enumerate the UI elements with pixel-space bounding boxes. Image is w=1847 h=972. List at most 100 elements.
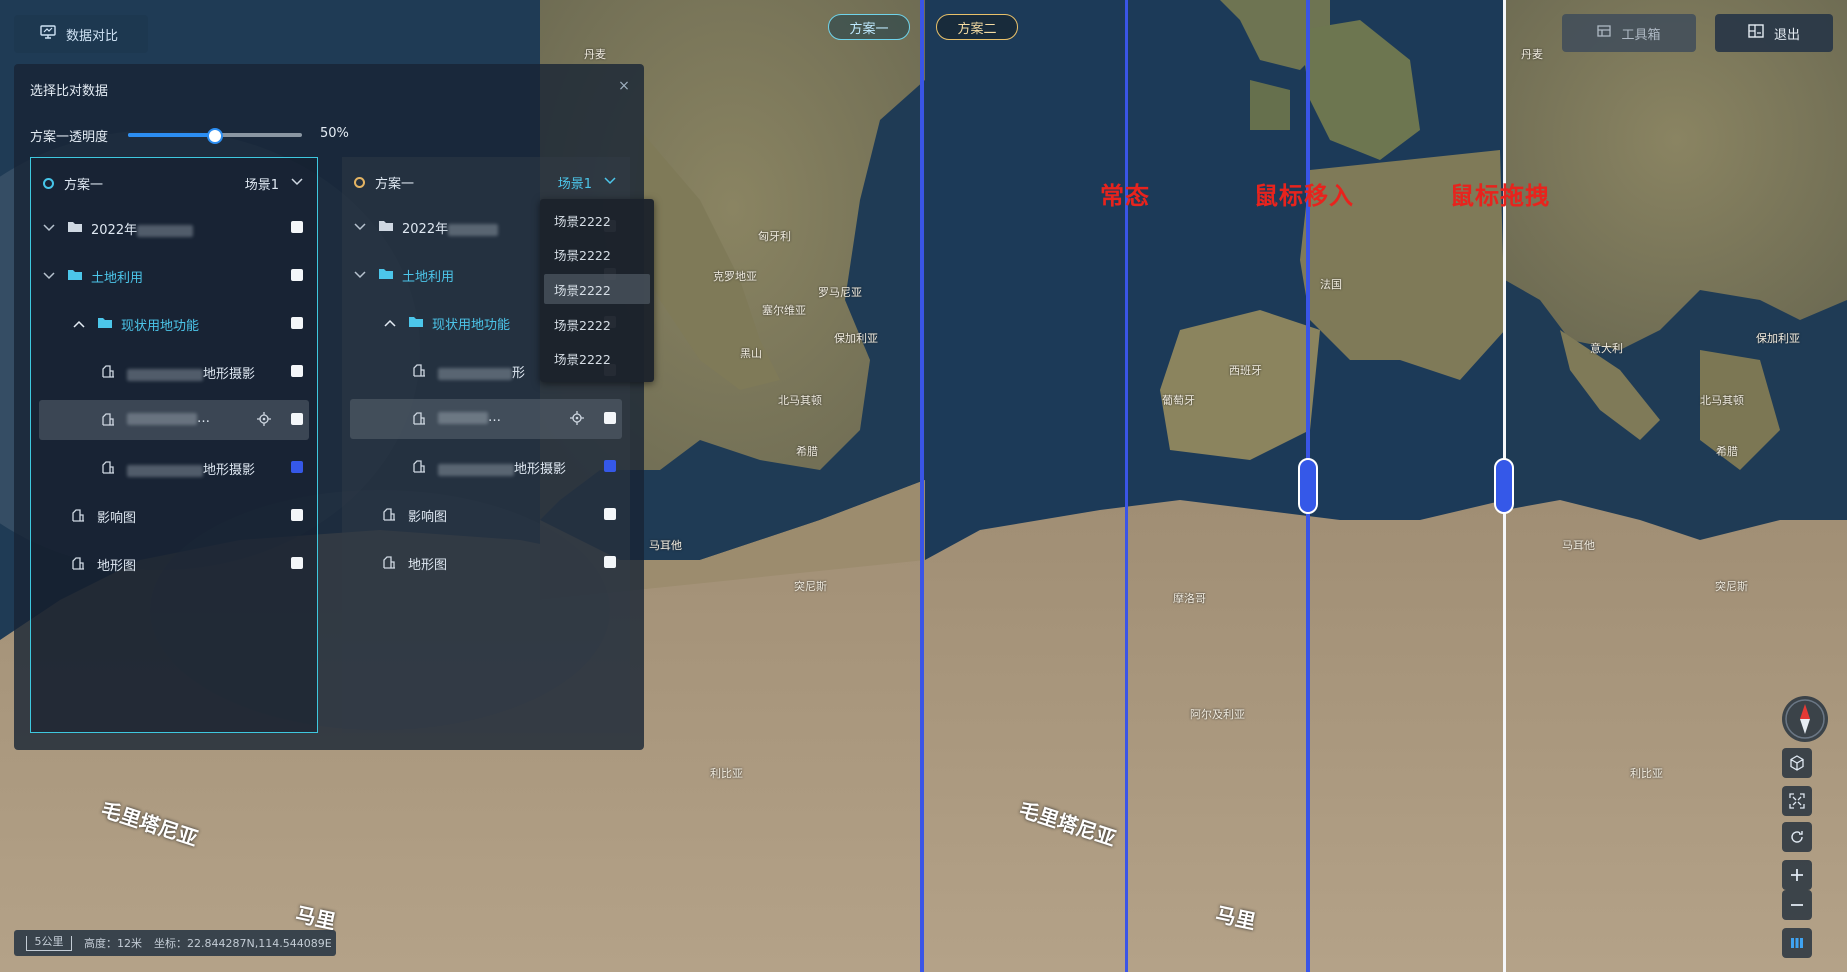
tree-node-year[interactable]: 2022年 (31, 208, 317, 248)
tree-node-leaf-hover[interactable]: … (350, 399, 622, 439)
layer-checkbox[interactable] (291, 269, 303, 281)
layer-checkbox[interactable] (291, 557, 303, 569)
fullscreen-icon[interactable] (1782, 786, 1812, 816)
radio-icon[interactable] (43, 177, 54, 189)
layer-icon (412, 411, 426, 429)
chevron-up-icon[interactable] (73, 317, 85, 332)
tree-label: 土地利用 (91, 271, 144, 286)
folder-open-icon (408, 315, 424, 332)
map-label-denmark: 丹麦 (584, 48, 606, 61)
altitude-readout: 高度：12米 (84, 937, 142, 950)
chevron-down-icon[interactable] (43, 221, 55, 236)
exit-button[interactable]: 退出 (1715, 14, 1833, 52)
folder-open-icon (67, 268, 83, 285)
map-label-north-macedonia: 北马其顿 (1700, 394, 1744, 407)
tree-label: 影响图 (97, 511, 137, 526)
layer-checkbox[interactable] (291, 413, 303, 425)
tree-node-influence[interactable]: 影响图 (31, 496, 317, 536)
locate-icon[interactable] (570, 411, 584, 429)
tab-scheme-two[interactable]: 方案二 (936, 14, 1018, 40)
tree-label: 现状用地功能 (121, 319, 200, 334)
layer-checkbox[interactable] (291, 509, 303, 521)
locate-icon[interactable] (257, 412, 271, 430)
chevron-up-icon[interactable] (384, 316, 396, 331)
chevron-down-icon[interactable] (291, 175, 303, 190)
map-label-montenegro: 黑山 (740, 347, 762, 360)
map-label-romania: 罗马尼亚 (818, 286, 862, 299)
tree-node-leaf[interactable]: 地形摄影 (31, 448, 317, 488)
chevron-down-icon[interactable] (43, 269, 55, 284)
split-drag-handle-drag[interactable] (1494, 458, 1514, 514)
map-label-bulgaria: 保加利亚 (1756, 332, 1800, 345)
tree-node-leaf[interactable]: 地形摄影 (31, 352, 317, 392)
layer-icon (382, 507, 396, 525)
toolbox-button[interactable]: 工具箱 (1562, 14, 1696, 52)
map-label-denmark: 丹麦 (1521, 48, 1543, 61)
coordinate-readout: 坐标：22.844287N,114.544089E (154, 937, 332, 950)
tree-node-leaf[interactable]: 地形摄影 (342, 447, 630, 487)
tree-node-influence[interactable]: 影响图 (342, 495, 630, 535)
scene-select[interactable]: 场景1 (558, 173, 592, 192)
map-label-spain: 西班牙 (1229, 364, 1262, 377)
tree-node-leaf-hover[interactable]: … (39, 400, 309, 440)
map-label-tunisia: 突尼斯 (794, 580, 827, 593)
layer-checkbox[interactable] (291, 221, 303, 233)
state-caption-normal: 常态 (1100, 182, 1150, 210)
zoom-out-icon[interactable] (1782, 890, 1812, 920)
split-drag-handle-hover[interactable] (1298, 458, 1318, 514)
layer-checkbox[interactable] (604, 508, 616, 520)
scene-option[interactable]: 场景2222 (544, 205, 650, 235)
tree-node-terrain[interactable]: 地形图 (342, 543, 630, 583)
layer-checkbox[interactable] (291, 317, 303, 329)
tab-scheme-one[interactable]: 方案一 (828, 14, 910, 40)
opacity-slider-fill (128, 133, 215, 137)
opacity-slider-handle[interactable] (207, 128, 223, 144)
tree-node-land-use[interactable]: 土地利用 (31, 256, 317, 296)
zoom-in-icon[interactable] (1782, 860, 1812, 890)
tree-label: 影响图 (408, 510, 448, 525)
tree-label: 土地利用 (402, 270, 455, 285)
tree-node-terrain[interactable]: 地形图 (31, 544, 317, 584)
split-divider-normal[interactable] (1125, 0, 1128, 972)
reset-view-icon[interactable] (1782, 822, 1812, 852)
layer-checkbox-checked[interactable] (604, 460, 616, 472)
layers-toggle-icon[interactable] (1782, 928, 1812, 958)
3d-view-icon[interactable] (1782, 748, 1812, 778)
close-icon[interactable]: × (616, 78, 632, 94)
chevron-down-icon[interactable] (354, 268, 366, 283)
layer-checkbox[interactable] (604, 556, 616, 568)
tree-node-current-function[interactable]: 现状用地功能 (31, 304, 317, 344)
tree-label: … (127, 411, 210, 426)
scene-option[interactable]: 场景2222 (544, 309, 650, 339)
folder-open-icon (378, 267, 394, 284)
folder-open-icon (97, 316, 113, 333)
chevron-down-icon[interactable] (604, 174, 616, 189)
chevron-down-icon[interactable] (354, 220, 366, 235)
scene-option[interactable]: 场景2222 (544, 343, 650, 373)
compass-icon[interactable] (1782, 696, 1828, 742)
tree-label: 地形图 (97, 559, 137, 574)
monitor-icon (40, 25, 56, 43)
map-label-greece: 希腊 (796, 445, 818, 458)
map-label-croatia: 克罗地亚 (713, 270, 757, 283)
exit-label: 退出 (1773, 27, 1800, 43)
tree-label: 2022年 (91, 219, 194, 238)
map-label-greece: 希腊 (1716, 445, 1738, 458)
layer-icon (412, 459, 426, 477)
scheme-select-header[interactable]: 方案一 场景1 (31, 158, 317, 208)
data-compare-button[interactable]: 数据对比 (14, 15, 148, 53)
scene-option-selected[interactable]: 场景2222 (544, 274, 650, 304)
toolbox-label: 工具箱 (1621, 27, 1661, 43)
toolbox-icon (1597, 24, 1612, 42)
layer-checkbox[interactable] (291, 365, 303, 377)
tree-label: 地形图 (408, 558, 448, 573)
radio-icon[interactable] (354, 176, 365, 188)
scene-select[interactable]: 场景1 (245, 174, 279, 193)
layer-checkbox-checked[interactable] (291, 461, 303, 473)
tree-label: … (438, 410, 501, 425)
opacity-slider[interactable] (128, 128, 302, 144)
scheme-name: 方案一 (375, 176, 415, 192)
opacity-label: 方案一透明度 (30, 130, 109, 145)
layer-checkbox[interactable] (604, 412, 616, 424)
scene-option[interactable]: 场景2222 (544, 239, 650, 269)
